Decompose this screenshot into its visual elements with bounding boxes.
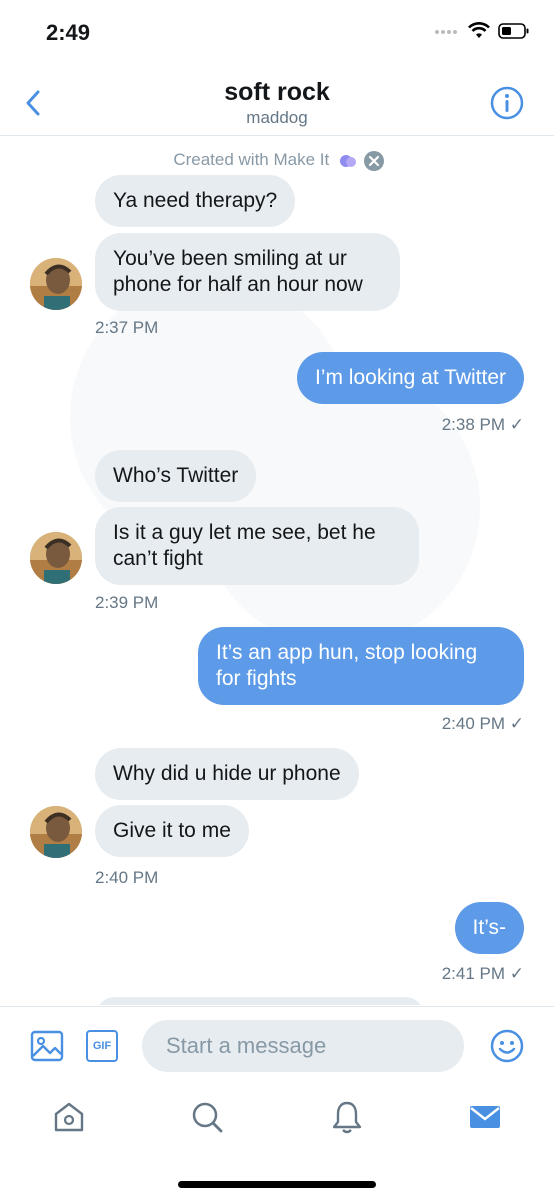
conversation-header: soft rock maddog	[0, 64, 554, 136]
incoming-message[interactable]: You’ve been smiling at ur phone for half…	[95, 233, 400, 311]
battery-icon	[498, 23, 529, 39]
outgoing-message[interactable]: It’s an app hun, stop looking for fights	[198, 627, 524, 705]
wifi-icon	[468, 22, 490, 38]
message-input[interactable]	[142, 1020, 464, 1072]
avatar[interactable]	[30, 806, 82, 858]
status-time: 2:49	[46, 20, 91, 45]
bell-icon[interactable]	[330, 1100, 364, 1134]
message-composer: GIF	[0, 1006, 554, 1084]
message-timestamp: 2:38 PM ✓	[441, 415, 524, 434]
tab-bar	[0, 1084, 554, 1154]
message-timestamp: 2:40 PM ✓	[441, 714, 524, 733]
home-icon[interactable]	[52, 1100, 86, 1134]
info-icon[interactable]	[490, 86, 524, 120]
incoming-message[interactable]: Is it a guy let me see, bet he can’t fig…	[95, 507, 419, 585]
incoming-message[interactable]: Why did u hide ur phone	[95, 748, 359, 800]
watermark-text: Created with Make It	[169, 150, 334, 170]
outgoing-message[interactable]: I’m looking at Twitter	[296, 352, 524, 404]
conversation-title: soft rock	[224, 78, 330, 106]
incoming-message[interactable]: Who’s Twitter	[95, 450, 257, 502]
conversation-subtitle: maddog	[246, 108, 308, 127]
make-it-logo-icon	[339, 155, 356, 167]
avatar[interactable]	[30, 532, 82, 584]
incoming-message[interactable]: Give it to me	[95, 805, 249, 857]
search-icon[interactable]	[190, 1100, 224, 1134]
message-list[interactable]: Ya need therapy? You’ve been smiling at …	[0, 137, 554, 1005]
message-timestamp: 2:41 PM ✓	[441, 964, 524, 983]
incoming-message-partial[interactable]	[95, 997, 425, 1005]
close-icon[interactable]	[363, 150, 385, 172]
status-bar: 2:49	[0, 0, 554, 64]
message-timestamp: 2:37 PM	[95, 318, 159, 337]
incoming-message[interactable]: Ya need therapy?	[95, 175, 296, 227]
message-timestamp: 2:40 PM	[95, 868, 159, 887]
watermark: Created with Make It	[0, 150, 554, 180]
mail-icon[interactable]	[468, 1100, 502, 1134]
outgoing-message[interactable]: It’s-	[454, 902, 524, 954]
home-indicator	[178, 1181, 376, 1188]
gif-icon[interactable]: GIF	[86, 1030, 118, 1062]
message-timestamp: 2:39 PM	[95, 593, 159, 612]
image-icon[interactable]	[30, 1029, 64, 1063]
avatar[interactable]	[30, 258, 82, 310]
signal-icon	[435, 30, 457, 34]
status-icons	[434, 22, 530, 40]
emoji-icon[interactable]	[490, 1029, 524, 1063]
